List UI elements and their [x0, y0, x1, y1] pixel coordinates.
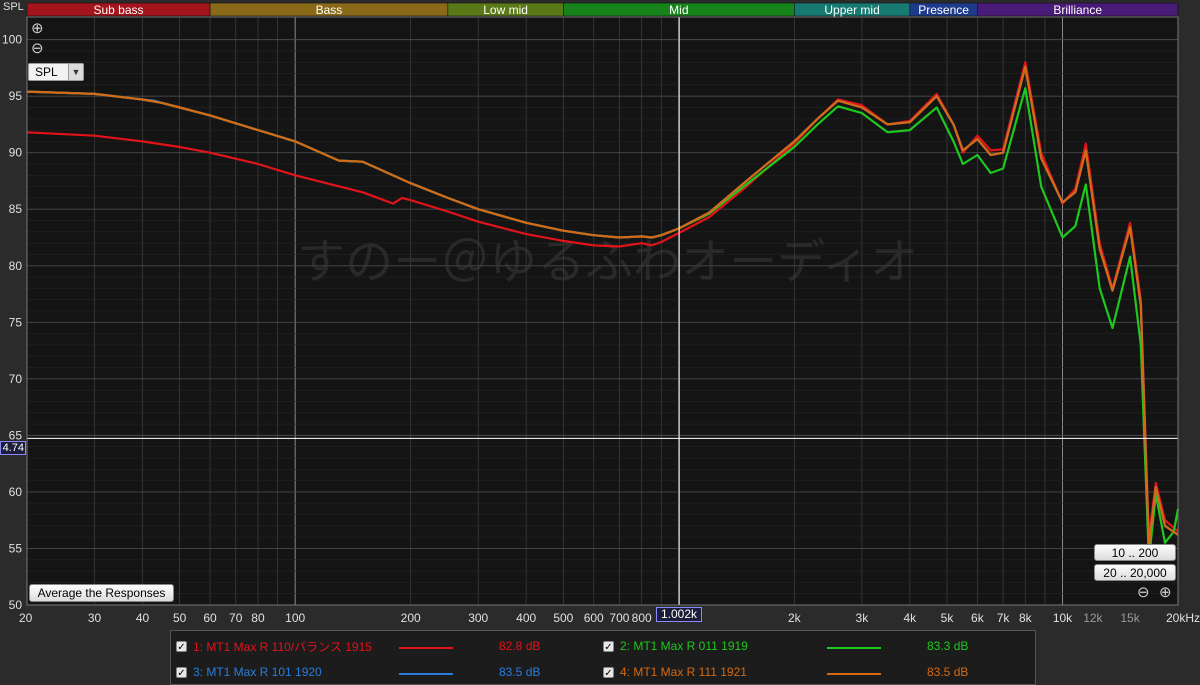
x-tick-label: 4k	[903, 611, 917, 625]
legend-level: 83.3 dB	[927, 639, 969, 653]
band-label: Mid	[669, 3, 688, 17]
x-tick-label: 5k	[941, 611, 955, 625]
y-tick-label: 50	[9, 598, 23, 612]
legend-swatch	[827, 647, 881, 649]
cursor-y-readout: 4.74	[0, 441, 26, 455]
legend-panel: ✓ 1: MT1 Max R 110/バランス 1915 82.8 dB ✓ 2…	[170, 630, 1036, 685]
legend-item[interactable]: ✓ 2: MT1 Max R 011 1919	[603, 637, 748, 655]
x-tick-label: 3k	[856, 611, 870, 625]
x-tick-label: 60	[203, 611, 217, 625]
legend-item[interactable]: ✓ 3: MT1 Max R 101 1920	[176, 663, 322, 681]
zoom-in-icon[interactable]: ⊕	[31, 19, 44, 37]
range-10-200-button[interactable]: 10 .. 200	[1094, 544, 1176, 561]
spl-dropdown-value: SPL	[35, 65, 58, 79]
x-tick-label: 400	[516, 611, 536, 625]
x-tick-label: 50	[173, 611, 187, 625]
x-tick-label: 15k	[1120, 611, 1140, 625]
range-20-20000-button[interactable]: 20 .. 20,000	[1094, 564, 1176, 581]
x-tick-label: 70	[229, 611, 243, 625]
checkbox-icon[interactable]: ✓	[176, 666, 187, 679]
legend-level: 83.5 dB	[499, 665, 541, 679]
x-tick-label: 80	[251, 611, 265, 625]
legend-label: 4: MT1 Max R 111 1921	[620, 665, 747, 679]
legend-item[interactable]: ✓ 1: MT1 Max R 110/バランス 1915	[176, 637, 372, 655]
zoom-out-icon[interactable]: ⊖	[31, 39, 44, 57]
checkbox-icon[interactable]: ✓	[603, 666, 614, 679]
cursor-x-readout: 1.002k	[656, 607, 702, 622]
x-tick-label: 2k	[788, 611, 802, 625]
x-tick-label: 30	[88, 611, 102, 625]
x-tick-label: 800	[632, 611, 652, 625]
x-tick-label: 700	[609, 611, 629, 625]
x-tick-label: 600	[584, 611, 604, 625]
rew-window: Sub bass Bass Low mid Mid Upper mid Presence B…	[0, 0, 1200, 685]
y-tick-label: 55	[9, 541, 23, 555]
y-tick-label: 85	[9, 202, 23, 216]
legend-swatch	[399, 673, 453, 675]
band-label: Presence	[918, 3, 969, 17]
checkbox-icon[interactable]: ✓	[603, 640, 614, 653]
legend-label: 3: MT1 Max R 101 1920	[193, 665, 322, 679]
average-responses-button[interactable]: Average the Responses	[29, 584, 174, 602]
band-label: Bass	[316, 3, 343, 17]
x-zoom-out-icon[interactable]: ⊖	[1137, 583, 1150, 601]
checkbox-icon[interactable]: ✓	[176, 640, 187, 653]
y-tick-label: 90	[9, 146, 23, 160]
x-tick-label: 8k	[1019, 611, 1033, 625]
chevron-down-icon: ▼	[68, 64, 83, 80]
x-tick-label: 7k	[997, 611, 1011, 625]
band-label: Brilliance	[1053, 3, 1102, 17]
spl-dropdown[interactable]: SPL ▼	[28, 63, 84, 81]
frequency-response-chart[interactable]: Sub bass Bass Low mid Mid Upper mid Presence B…	[0, 0, 1200, 685]
y-axis-title: SPL	[3, 1, 24, 13]
band-label: Low mid	[483, 3, 528, 17]
x-tick-label: 20	[19, 611, 33, 625]
x-tick-label: 40	[136, 611, 150, 625]
x-tick-label: 100	[285, 611, 305, 625]
x-tick-label: 20kHz	[1166, 611, 1200, 625]
y-tick-label: 100	[2, 33, 22, 47]
legend-label: 2: MT1 Max R 011 1919	[620, 639, 748, 653]
band-label: Upper mid	[824, 3, 879, 17]
legend-swatch	[827, 673, 881, 675]
y-tick-label: 95	[9, 89, 23, 103]
legend-level: 82.8 dB	[499, 639, 541, 653]
x-tick-label: 6k	[971, 611, 985, 625]
legend-swatch	[399, 647, 453, 649]
x-tick-label: 300	[468, 611, 488, 625]
x-tick-label: 500	[553, 611, 573, 625]
legend-label: 1: MT1 Max R 110/バランス 1915	[193, 639, 372, 654]
y-tick-label: 60	[9, 485, 23, 499]
x-zoom-in-icon[interactable]: ⊕	[1159, 583, 1172, 601]
legend-level: 83.5 dB	[927, 665, 969, 679]
y-tick-label: 75	[9, 315, 23, 329]
x-tick-label: 10k	[1053, 611, 1073, 625]
band-label: Sub bass	[94, 3, 144, 17]
y-tick-label: 70	[9, 372, 23, 386]
x-tick-label: 200	[401, 611, 421, 625]
x-tick-label: 12k	[1083, 611, 1103, 625]
y-tick-label: 80	[9, 259, 23, 273]
legend-item[interactable]: ✓ 4: MT1 Max R 111 1921	[603, 663, 747, 681]
watermark-text: すのー＠ゆるふわオーディオ	[297, 234, 918, 290]
